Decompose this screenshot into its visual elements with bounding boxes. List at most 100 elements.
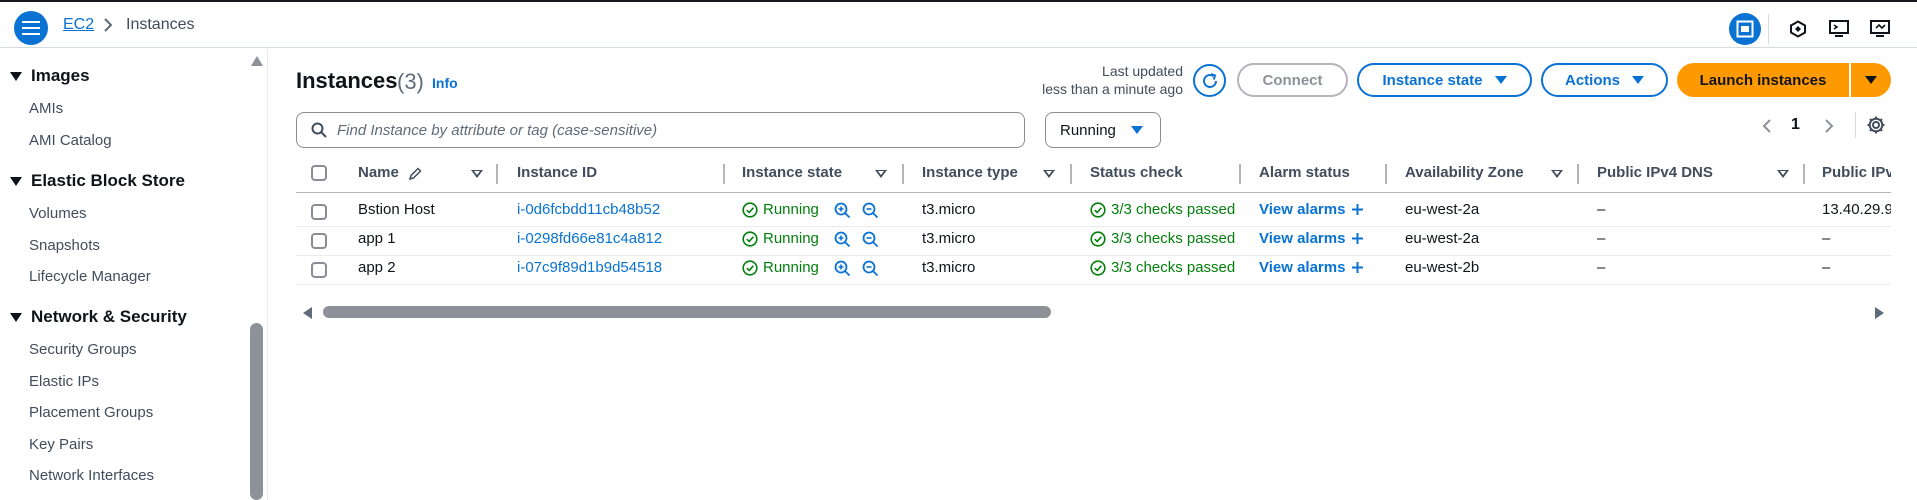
instance-name: app 1: [358, 230, 396, 247]
sort-icon[interactable]: [1043, 170, 1055, 178]
column-divider[interactable]: [1577, 164, 1579, 184]
breadcrumb-ec2-link[interactable]: EC2: [63, 16, 94, 34]
sort-icon[interactable]: [1551, 170, 1563, 178]
sidebar-item-placement-groups[interactable]: Placement Groups: [29, 404, 153, 421]
instance-name: Bstion Host: [358, 201, 435, 218]
scroll-left-arrow-icon[interactable]: [303, 307, 312, 319]
column-header-alarm-status[interactable]: Alarm status: [1259, 164, 1350, 181]
sidebar-item-security-groups[interactable]: Security Groups: [29, 341, 137, 358]
plus-icon: [1345, 203, 1364, 216]
row-divider: [296, 284, 1891, 285]
sidebar-item-elastic-ips[interactable]: Elastic IPs: [29, 373, 99, 390]
zoom-in-icon[interactable]: [834, 231, 851, 248]
actions-button[interactable]: Actions: [1541, 63, 1668, 97]
column-header-instance-state[interactable]: Instance state: [742, 164, 842, 181]
select-all-checkbox[interactable]: [311, 165, 327, 181]
instance-type: t3.micro: [922, 201, 976, 218]
column-header-instance-type[interactable]: Instance type: [922, 164, 1018, 181]
zoom-out-icon[interactable]: [862, 202, 879, 219]
zoom-out-icon[interactable]: [862, 260, 879, 277]
view-alarms-link[interactable]: View alarms: [1259, 230, 1364, 247]
status-check-badge: 3/3 checks passed: [1090, 201, 1237, 218]
column-header-status-check[interactable]: Status check: [1090, 164, 1183, 181]
info-link[interactable]: Info: [432, 75, 458, 91]
sort-icon[interactable]: [1777, 170, 1789, 178]
column-divider[interactable]: [902, 164, 904, 184]
launch-instances-dropdown[interactable]: [1851, 63, 1891, 97]
table-horizontal-scrollbar[interactable]: [323, 306, 1051, 318]
search-input[interactable]: [335, 120, 999, 140]
scroll-up-arrow-icon[interactable]: [251, 56, 263, 66]
check-circle-icon: [1090, 259, 1111, 276]
sidebar-section-elastic-block-store[interactable]: Elastic Block Store: [10, 171, 185, 191]
sidebar: Images AMIs AMI Catalog Elastic Block St…: [0, 48, 268, 500]
row-checkbox[interactable]: [311, 233, 327, 249]
scroll-right-arrow-icon[interactable]: [1875, 307, 1884, 319]
panel-icon[interactable]: [1729, 13, 1761, 45]
state-filter-select[interactable]: Running: [1045, 112, 1161, 148]
gear-icon[interactable]: [1866, 115, 1886, 135]
ai-assistant-icon[interactable]: [1782, 13, 1814, 45]
view-alarms-label: View alarms: [1259, 259, 1346, 276]
sidebar-section-label: Images: [31, 66, 90, 85]
instance-id-link[interactable]: i-0d6fcbdd11cb48b52: [517, 201, 660, 218]
sidebar-scrollbar[interactable]: [250, 323, 263, 500]
view-alarms-link[interactable]: View alarms: [1259, 259, 1364, 276]
sidebar-item-key-pairs[interactable]: Key Pairs: [29, 436, 93, 453]
cloudshell-icon[interactable]: [1823, 13, 1855, 45]
page-title: Instances: [296, 68, 398, 93]
next-page-icon[interactable]: [1824, 118, 1834, 134]
last-updated-label: Last updated: [1102, 63, 1183, 79]
sidebar-item-volumes[interactable]: Volumes: [29, 205, 87, 222]
row-divider: [296, 226, 1891, 227]
search-icon: [311, 122, 327, 138]
caret-down-icon: [10, 71, 22, 81]
column-divider[interactable]: [1070, 164, 1072, 184]
instance-type: t3.micro: [922, 259, 976, 276]
column-divider[interactable]: [496, 164, 498, 184]
row-checkbox[interactable]: [311, 262, 327, 278]
menu-icon[interactable]: [14, 11, 48, 45]
zoom-in-icon[interactable]: [834, 260, 851, 277]
instance-id-link[interactable]: i-0298fd66e81c4a812: [517, 230, 662, 247]
column-header-public-ipv4[interactable]: Public IPv4: [1822, 164, 1891, 181]
column-divider[interactable]: [723, 164, 725, 184]
column-header-public-ipv4-dns[interactable]: Public IPv4 DNS: [1597, 164, 1713, 181]
feedback-icon[interactable]: [1864, 13, 1896, 45]
sidebar-item-snapshots[interactable]: Snapshots: [29, 237, 100, 254]
row-checkbox[interactable]: [311, 204, 327, 220]
column-header-availability-zone[interactable]: Availability Zone: [1405, 164, 1524, 181]
launch-instances-button[interactable]: Launch instances: [1677, 63, 1849, 97]
search-box[interactable]: [296, 112, 1025, 148]
column-divider[interactable]: [1239, 164, 1241, 184]
instance-state-button[interactable]: Instance state: [1357, 63, 1532, 97]
sort-icon[interactable]: [875, 170, 887, 178]
page-number[interactable]: 1: [1791, 116, 1800, 134]
column-header-name[interactable]: Name: [358, 164, 399, 181]
zoom-in-icon[interactable]: [834, 202, 851, 219]
zoom-out-icon[interactable]: [862, 231, 879, 248]
sidebar-item-lifecycle-manager[interactable]: Lifecycle Manager: [29, 268, 151, 285]
public-ipv4-dns: –: [1597, 201, 1606, 218]
view-alarms-link[interactable]: View alarms: [1259, 201, 1364, 218]
sidebar-item-amis[interactable]: AMIs: [29, 100, 63, 117]
previous-page-icon[interactable]: [1762, 118, 1772, 134]
column-divider[interactable]: [1803, 164, 1805, 184]
status-check-text: 3/3 checks passed: [1111, 230, 1236, 247]
instance-id-link[interactable]: i-07c9f89d1b9d54518: [517, 259, 662, 276]
column-header-instance-id[interactable]: Instance ID: [517, 164, 597, 181]
sort-icon[interactable]: [471, 170, 483, 178]
public-ipv4: –: [1822, 259, 1831, 276]
caret-down-icon: [10, 176, 22, 186]
status-check-text: 3/3 checks passed: [1111, 201, 1236, 218]
public-ipv4-dns: –: [1597, 259, 1606, 276]
row-divider: [296, 255, 1891, 256]
sidebar-section-images[interactable]: Images: [10, 66, 90, 86]
refresh-button[interactable]: [1193, 64, 1226, 97]
sidebar-section-network-security[interactable]: Network & Security: [10, 307, 187, 327]
column-divider[interactable]: [1385, 164, 1387, 184]
connect-button[interactable]: Connect: [1237, 63, 1348, 97]
status-check-text: 3/3 checks passed: [1111, 259, 1236, 276]
sidebar-item-network-interfaces[interactable]: Network Interfaces: [29, 467, 154, 484]
sidebar-item-ami-catalog[interactable]: AMI Catalog: [29, 132, 112, 149]
